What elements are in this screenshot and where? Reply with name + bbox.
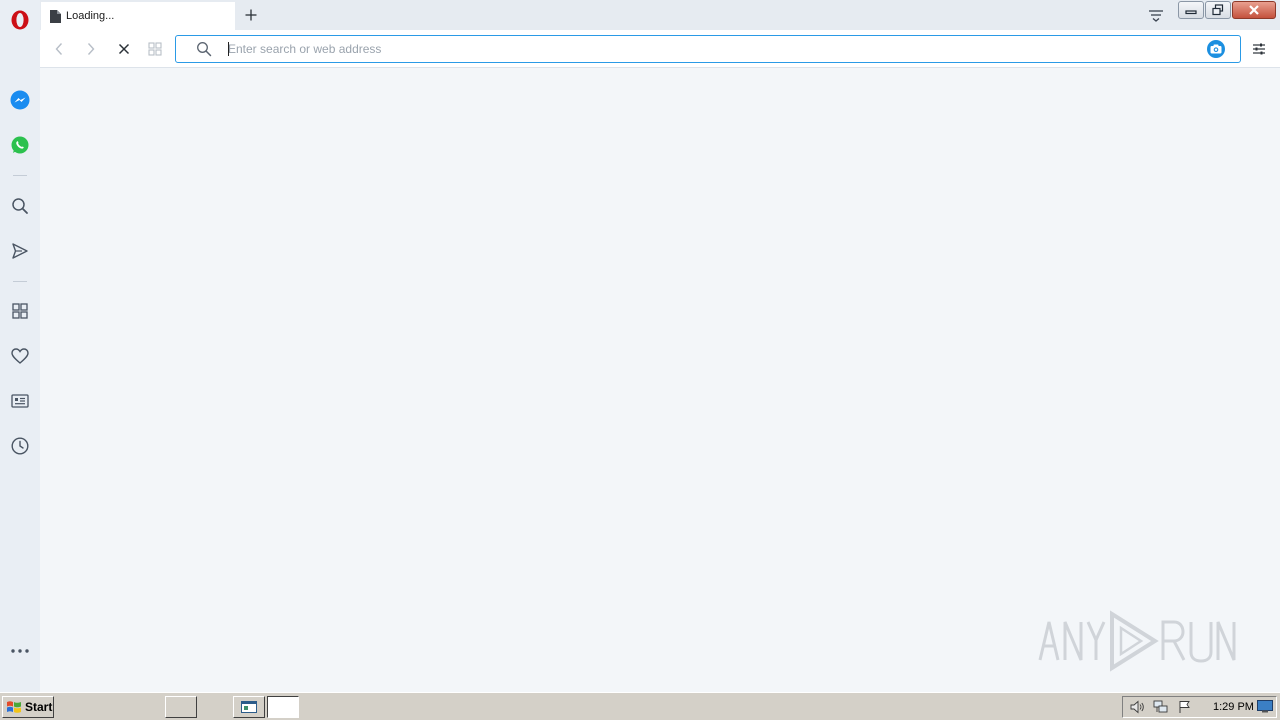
search-icon — [197, 42, 212, 57]
stop-loading-button[interactable] — [113, 38, 135, 60]
minimize-button[interactable] — [1178, 1, 1204, 19]
taskbar-clock[interactable]: 1:29 PM — [1213, 701, 1254, 713]
close-icon — [118, 43, 130, 55]
restore-icon — [1212, 4, 1224, 16]
network-icon — [1153, 700, 1168, 713]
start-button[interactable]: Start — [2, 696, 54, 718]
sidebar — [0, 0, 40, 692]
opera-logo-icon — [11, 10, 29, 30]
camera-icon — [1210, 44, 1222, 54]
sidebar-item-messenger[interactable] — [0, 85, 40, 115]
address-input[interactable] — [228, 40, 1188, 58]
tab-menu-icon — [1149, 10, 1163, 22]
page-content — [40, 69, 1280, 692]
chevron-left-icon — [55, 43, 63, 55]
taskbar: Start 1:29 PM — [0, 692, 1280, 720]
start-label: Start — [25, 700, 53, 714]
grid-icon — [148, 42, 162, 56]
tab-strip: Loading... — [40, 0, 1280, 30]
minimize-icon — [1185, 10, 1197, 15]
sidebar-item-search[interactable] — [0, 191, 40, 221]
heart-icon — [11, 348, 29, 364]
send-icon — [12, 243, 28, 259]
sidebar-item-news[interactable] — [0, 386, 40, 416]
speed-dial-button[interactable] — [144, 38, 166, 60]
sidebar-item-speed-dial[interactable] — [0, 296, 40, 326]
tray-network[interactable] — [1151, 698, 1171, 716]
sidebar-item-bookmarks[interactable] — [0, 341, 40, 371]
flag-icon — [1179, 701, 1190, 713]
back-button[interactable] — [48, 38, 70, 60]
text-caret — [228, 42, 229, 56]
messenger-icon — [10, 90, 30, 110]
tab-active[interactable]: Loading... — [41, 2, 235, 30]
taskbar-button[interactable] — [165, 696, 197, 718]
sidebar-separator — [13, 281, 27, 282]
tab-title: Loading... — [66, 10, 115, 22]
plus-icon — [245, 9, 257, 21]
opera-menu-button[interactable] — [0, 5, 40, 35]
restore-button[interactable] — [1205, 1, 1231, 19]
easy-setup-button[interactable] — [1248, 38, 1270, 60]
snapshot-button[interactable] — [1207, 40, 1225, 58]
taskbar-button-app[interactable] — [233, 696, 265, 718]
new-tab-button[interactable] — [241, 5, 261, 25]
tray-volume[interactable] — [1127, 698, 1147, 716]
sidebar-separator — [13, 175, 27, 176]
speaker-icon — [1130, 700, 1144, 714]
more-icon — [11, 649, 29, 653]
windows-logo-icon — [7, 701, 21, 713]
history-icon — [11, 437, 29, 455]
news-icon — [11, 394, 29, 408]
forward-button[interactable] — [80, 38, 102, 60]
show-desktop-icon[interactable] — [1257, 700, 1273, 713]
whatsapp-icon — [11, 136, 29, 154]
speed-dial-icon — [12, 303, 28, 319]
search-icon — [12, 198, 28, 214]
chevron-right-icon — [87, 43, 95, 55]
sidebar-item-send[interactable] — [0, 236, 40, 266]
page-icon — [50, 9, 61, 23]
sidebar-item-history[interactable] — [0, 431, 40, 461]
tab-menu-button[interactable] — [1145, 5, 1167, 25]
system-tray: 1:29 PM — [1122, 696, 1277, 718]
taskbar-button-active[interactable] — [267, 696, 299, 718]
address-bar[interactable] — [175, 35, 1241, 63]
anyrun-watermark — [1038, 610, 1236, 672]
app-window-icon — [241, 701, 257, 713]
settings-sliders-icon — [1253, 43, 1265, 55]
sidebar-item-whatsapp[interactable] — [0, 130, 40, 160]
tray-action-center[interactable] — [1175, 698, 1195, 716]
toolbar — [40, 30, 1280, 68]
close-icon — [1249, 5, 1259, 15]
close-button[interactable] — [1232, 1, 1276, 19]
sidebar-more-button[interactable] — [0, 636, 40, 666]
